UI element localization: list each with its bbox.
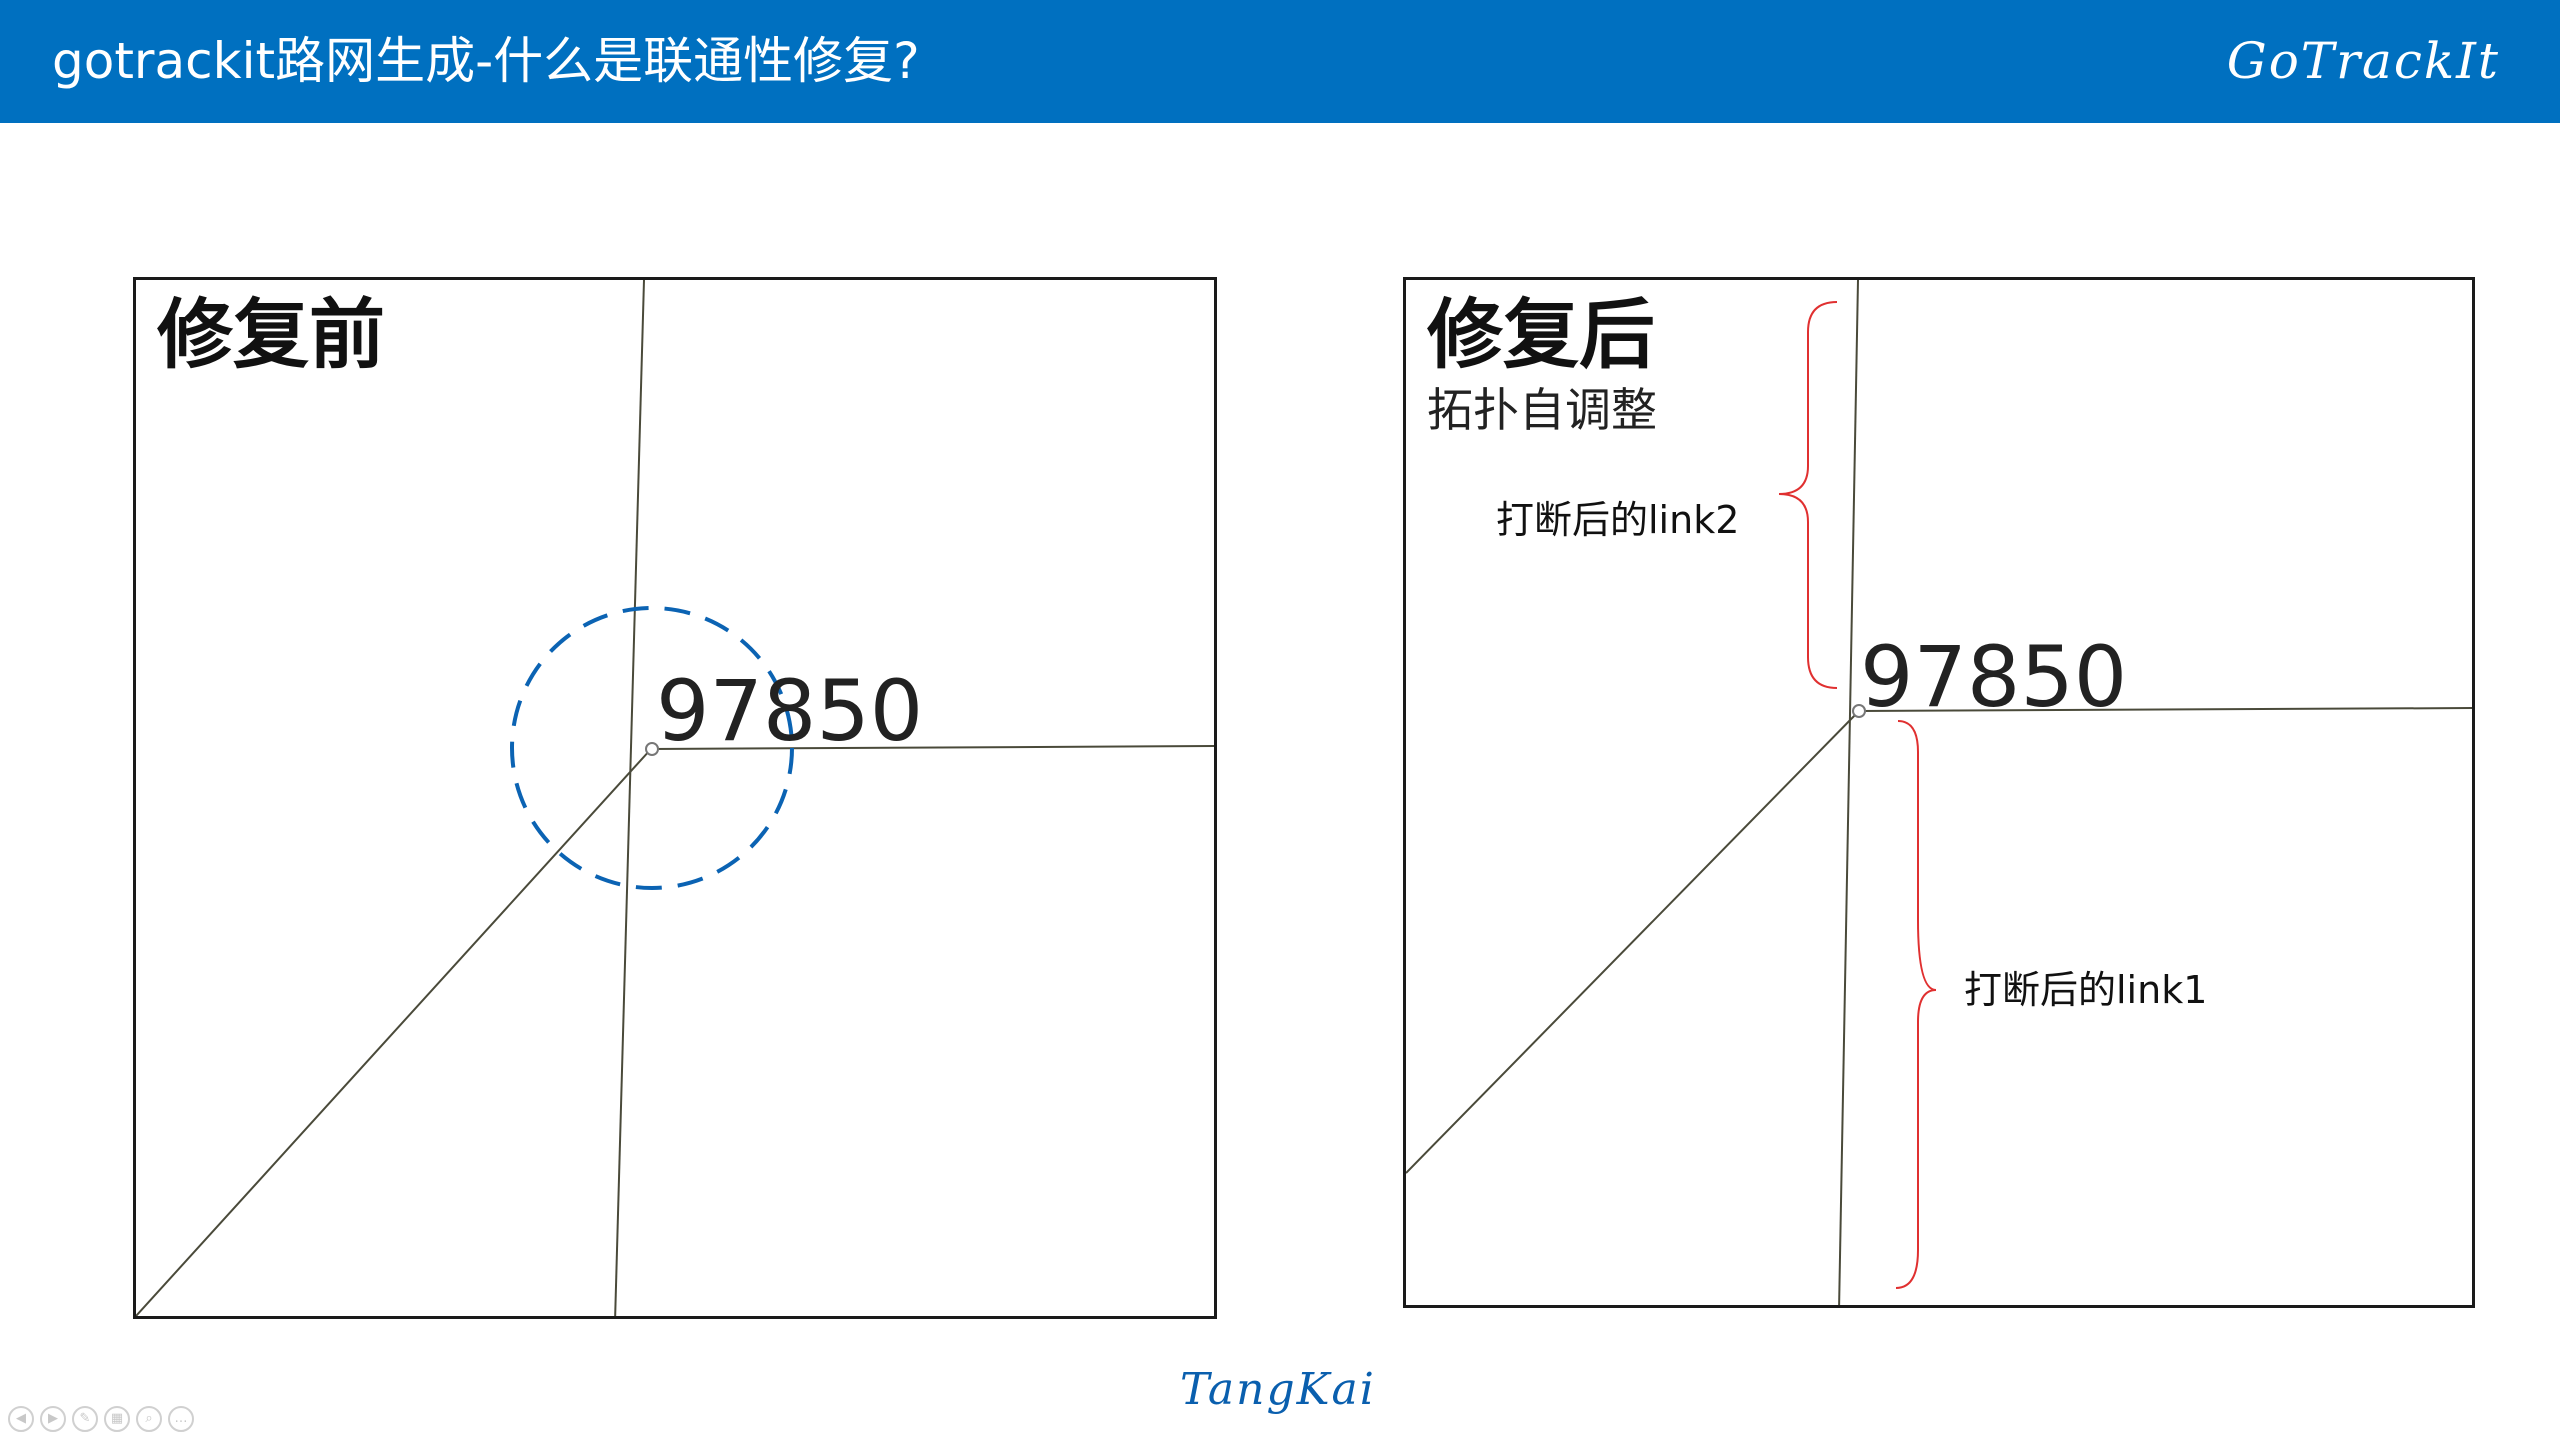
pen-icon[interactable]: ✎ bbox=[72, 1406, 98, 1432]
road-network-before bbox=[136, 280, 1214, 1316]
zoom-icon[interactable]: ⌕ bbox=[136, 1406, 162, 1432]
panel-before-repair: 修复前 97850 bbox=[133, 277, 1217, 1319]
link2-annotation: 打断后的link2 bbox=[1496, 498, 1740, 542]
panel-after-subtitle: 拓扑自调整 bbox=[1427, 383, 1657, 437]
header-bar: gotrackit路网生成-什么是联通性修复? GoTrackIt bbox=[0, 0, 2560, 123]
slideshow-controls: ◀ ▶ ✎ ▦ ⌕ … bbox=[8, 1406, 194, 1432]
panel-after-repair: 修复后 拓扑自调整 97850 打断后的link2 打断后的link1 bbox=[1403, 277, 2475, 1308]
node-id-label: 97850 bbox=[656, 662, 924, 760]
link1-annotation: 打断后的link1 bbox=[1964, 968, 2208, 1012]
next-slide-icon[interactable]: ▶ bbox=[40, 1406, 66, 1432]
prev-slide-icon[interactable]: ◀ bbox=[8, 1406, 34, 1432]
brace-link2 bbox=[1778, 301, 1838, 689]
brand-logo-text: GoTrackIt bbox=[2226, 32, 2500, 90]
road-link-diagonal bbox=[1406, 710, 1860, 1174]
node-id-label: 97850 bbox=[1860, 628, 2128, 726]
author-signature: TangKai bbox=[1180, 1364, 1376, 1415]
panel-after-title: 修复后 bbox=[1427, 290, 1655, 379]
road-link-vertical bbox=[614, 280, 645, 1316]
slide-title: gotrackit路网生成-什么是联通性修复? bbox=[52, 32, 920, 90]
road-link-vertical bbox=[1838, 280, 1859, 1305]
more-options-icon[interactable]: … bbox=[168, 1406, 194, 1432]
slides-grid-icon[interactable]: ▦ bbox=[104, 1406, 130, 1432]
brace-link1 bbox=[1895, 720, 1937, 1289]
road-link-diagonal bbox=[136, 748, 652, 1316]
panel-before-title: 修复前 bbox=[157, 290, 385, 379]
